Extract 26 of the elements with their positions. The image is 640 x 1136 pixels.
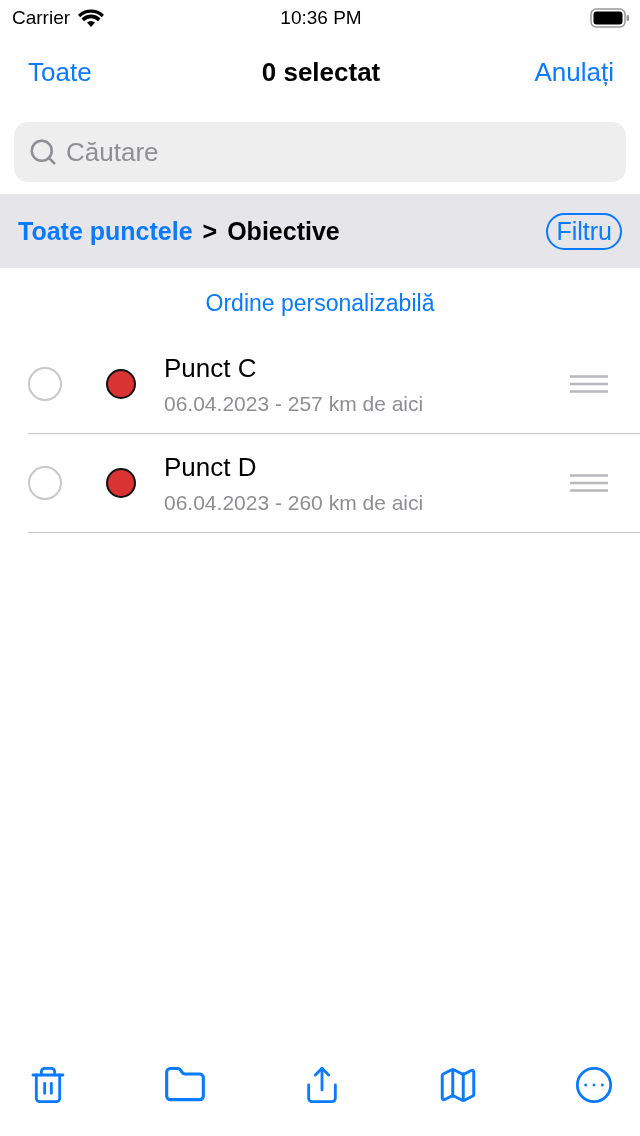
list-row[interactable]: Punct C 06.04.2023 - 257 km de aici [28,335,640,434]
carrier-label: Carrier [12,7,71,29]
section-header[interactable]: Ordine personalizabilă [205,290,435,316]
cancel-button[interactable]: Anulați [534,56,614,88]
drag-handle-icon[interactable] [570,375,608,393]
search-field[interactable]: Căutare [14,122,626,182]
breadcrumb-link[interactable]: Toate punctele [18,216,193,246]
list-row[interactable]: Punct D 06.04.2023 - 260 km de aici [28,434,640,533]
select-radio[interactable] [28,367,62,401]
row-subtitle: 06.04.2023 - 260 km de aici [164,490,425,515]
battery-icon [590,8,630,28]
breadcrumb-separator: > [202,216,218,246]
more-button[interactable] [574,1065,614,1105]
search-icon [28,137,58,167]
breadcrumb-current: Obiective [227,216,340,246]
clock-time: 10:36 PM [280,7,362,29]
drag-handle-icon[interactable] [570,474,608,492]
nav-title: 0 selectat [261,56,381,88]
select-all-button[interactable]: Toate [28,56,92,88]
wifi-icon [78,9,105,27]
more-icon [574,1065,614,1105]
row-title: Punct C [164,352,258,384]
filter-button[interactable]: Filtru [546,212,622,250]
row-title: Punct D [164,451,258,483]
row-subtitle: 06.04.2023 - 257 km de aici [164,391,425,416]
select-radio[interactable] [28,466,62,500]
